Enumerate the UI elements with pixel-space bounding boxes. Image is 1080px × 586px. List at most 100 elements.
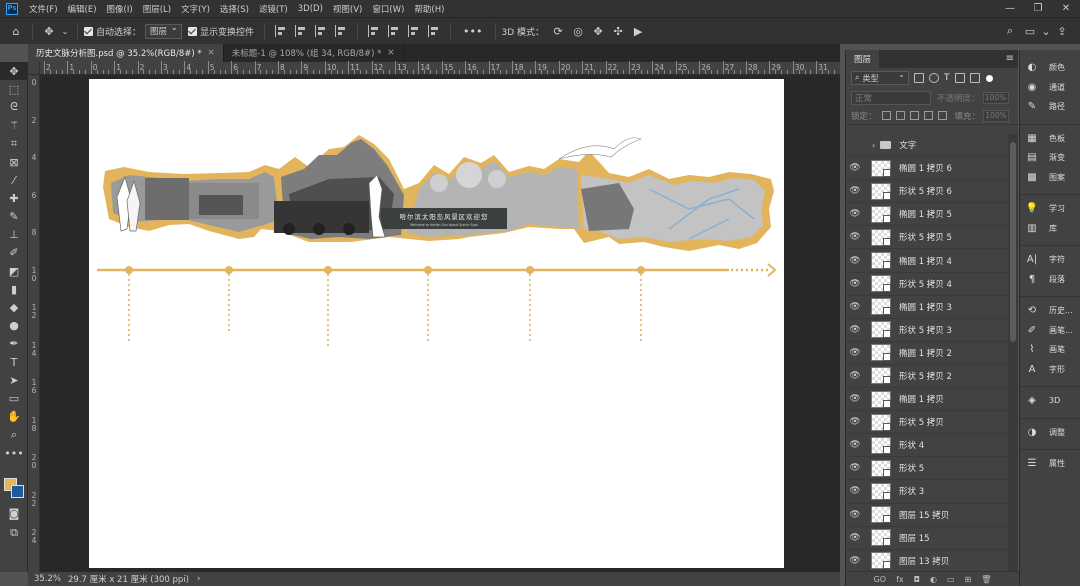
- brush-tool-icon[interactable]: ✎: [0, 208, 28, 226]
- share-icon[interactable]: ⇪: [1054, 23, 1070, 39]
- eye-icon[interactable]: 👁: [846, 279, 864, 289]
- dock-item-gradient[interactable]: ▤ 渐变: [1020, 148, 1080, 168]
- layer-row[interactable]: 👁 图层 15: [846, 527, 1009, 550]
- menu-window[interactable]: 窗口(W): [367, 3, 409, 15]
- pixel-filter-icon[interactable]: [914, 73, 924, 83]
- layer-row[interactable]: 👁 形状 5: [846, 457, 1009, 481]
- scale-3d-icon[interactable]: ▶: [630, 23, 646, 39]
- marquee-tool-icon[interactable]: ⬚: [0, 80, 28, 98]
- layer-row[interactable]: 👁 形状 5 拷贝 4: [846, 273, 1009, 296]
- dock-item-adjustments[interactable]: ◑ 调整: [1020, 423, 1080, 443]
- zoom-level[interactable]: 35.2%: [28, 574, 61, 584]
- layer-row[interactable]: 👁 形状 4: [846, 434, 1009, 458]
- eye-icon[interactable]: 👁: [846, 302, 864, 312]
- crop-tool-icon[interactable]: ⌗: [0, 135, 28, 153]
- tab-layers[interactable]: 图层: [846, 50, 880, 68]
- opacity-field[interactable]: 100%: [982, 91, 1009, 104]
- eye-icon[interactable]: 👁: [846, 348, 864, 358]
- menu-3d[interactable]: 3D(D): [293, 4, 328, 14]
- eye-icon[interactable]: 👁: [846, 533, 864, 543]
- hand-tool-icon[interactable]: ✋: [0, 408, 28, 426]
- align-top-icon[interactable]: [368, 25, 380, 37]
- eye-icon[interactable]: 👁: [846, 417, 864, 427]
- layer-row[interactable]: 👁 形状 5 拷贝 6: [846, 180, 1009, 204]
- new-layer-icon[interactable]: ⊞: [965, 575, 972, 584]
- distribute-vertical-icon[interactable]: [428, 25, 440, 37]
- eye-icon[interactable]: 👁: [846, 510, 864, 520]
- lock-transparent-icon[interactable]: [881, 111, 891, 120]
- menu-layer[interactable]: 图层(L): [138, 3, 176, 15]
- search-icon[interactable]: ⌕: [1002, 23, 1018, 39]
- layer-row[interactable]: 👁 形状 5 拷贝: [846, 411, 1009, 435]
- dock-item-3d[interactable]: ◈ 3D: [1020, 391, 1080, 411]
- shape-filter-icon[interactable]: [954, 73, 965, 83]
- dock-item-learn[interactable]: 💡 学习: [1020, 199, 1080, 219]
- dodge-tool-icon[interactable]: ●: [0, 317, 28, 335]
- layer-row[interactable]: 👁 形状 5 拷贝 5: [846, 226, 1009, 250]
- path-selection-icon[interactable]: ➤: [0, 371, 28, 389]
- align-middle-icon[interactable]: [388, 25, 400, 37]
- ruler-origin[interactable]: [28, 62, 40, 75]
- layer-group-row[interactable]: › 文字: [846, 134, 1009, 158]
- roll-3d-icon[interactable]: ◎: [570, 23, 586, 39]
- menu-help[interactable]: 帮助(H): [409, 3, 449, 15]
- pen-tool-icon[interactable]: ✒: [0, 335, 28, 353]
- chevron-right-icon[interactable]: ›: [197, 574, 200, 584]
- layer-style-icon[interactable]: fx: [896, 575, 904, 584]
- slide-3d-icon[interactable]: ✣: [610, 23, 626, 39]
- canvas-area[interactable]: 哈尔滨太阳岛风景区欢迎您 Welcome to Harbin Sun Islan…: [40, 75, 840, 572]
- scrollbar-thumb[interactable]: [1010, 142, 1016, 342]
- eye-icon[interactable]: 👁: [846, 186, 864, 196]
- move-tool-icon[interactable]: ✥: [0, 62, 28, 81]
- tab-untitled[interactable]: 未标题-1 @ 108% (组 34, RGB/8#) * ✕: [224, 44, 404, 62]
- dock-item-patterns[interactable]: ▩ 图案: [1020, 168, 1080, 188]
- close-icon[interactable]: ✕: [208, 48, 215, 58]
- menu-type[interactable]: 文字(Y): [176, 3, 215, 15]
- layer-row[interactable]: 👁 椭圆 1 拷贝 4: [846, 249, 1009, 273]
- magic-wand-icon[interactable]: ⚚: [0, 117, 28, 135]
- healing-brush-icon[interactable]: ✚: [0, 189, 28, 207]
- eye-icon[interactable]: 👁: [846, 463, 864, 473]
- lock-artboard-icon[interactable]: [923, 111, 933, 120]
- adjustment-layer-icon[interactable]: ◐: [930, 575, 937, 584]
- menu-view[interactable]: 视图(V): [328, 3, 367, 15]
- dock-item-channels[interactable]: ◉ 通道: [1020, 78, 1080, 98]
- dock-item-swatches[interactable]: ▦ 色板: [1020, 129, 1080, 149]
- dock-item-brushes[interactable]: ⌇ 画笔: [1020, 340, 1080, 360]
- blur-tool-icon[interactable]: ◆: [0, 298, 28, 316]
- eye-icon[interactable]: 👁: [846, 486, 864, 496]
- tab-history-analysis[interactable]: 历史文脉分析图.psd @ 35.2%(RGB/8#) * ✕: [28, 44, 224, 62]
- lock-image-icon[interactable]: [895, 111, 905, 120]
- layer-row[interactable]: 👁 椭圆 1 拷贝: [846, 388, 1009, 412]
- eye-icon[interactable]: 👁: [846, 440, 864, 450]
- blend-mode-select[interactable]: 正常: [851, 90, 931, 105]
- add-mask-icon[interactable]: ◘: [914, 575, 920, 584]
- dock-item-properties[interactable]: ☰ 属性: [1020, 454, 1080, 474]
- layer-row[interactable]: 👁 形状 5 拷贝 3: [846, 319, 1009, 342]
- workspace-icon[interactable]: ▭: [1022, 23, 1038, 39]
- layer-row[interactable]: 👁 椭圆 1 拷贝 3: [846, 296, 1009, 319]
- horizontal-ruler[interactable]: 2 1 0 1 2 3 4 5 6 7 8 9 10 11 12 13 14 15 16 17 18 19 20 21 22 23…: [40, 61, 840, 75]
- dock-item-paragraph[interactable]: ¶ 段落: [1020, 270, 1080, 290]
- align-bottom-icon[interactable]: [408, 25, 420, 37]
- menu-filter[interactable]: 滤镜(T): [254, 3, 293, 15]
- show-transform-checkbox[interactable]: [188, 26, 198, 36]
- align-right-icon[interactable]: [315, 25, 327, 37]
- quick-mask-icon[interactable]: ◙: [0, 504, 28, 522]
- layer-row[interactable]: 👁 形状 3: [846, 480, 1009, 504]
- zoom-tool-icon[interactable]: ⌕: [0, 426, 28, 444]
- layer-row[interactable]: 👁 图层 15 拷贝: [846, 504, 1009, 527]
- dock-item-glyphs[interactable]: A 字形: [1020, 360, 1080, 380]
- chevron-down-icon[interactable]: ⌄: [1041, 23, 1050, 39]
- type-filter-icon[interactable]: T: [944, 73, 950, 83]
- move-tool-icon[interactable]: ✥: [41, 23, 57, 39]
- layer-kind-filter[interactable]: ⌕ 类型: [851, 70, 909, 85]
- vertical-ruler[interactable]: 024681012141618202224: [28, 75, 40, 572]
- align-left-icon[interactable]: [275, 25, 287, 37]
- menu-file[interactable]: 文件(F): [24, 3, 63, 15]
- restore-button[interactable]: ❐: [1024, 0, 1052, 17]
- fill-field[interactable]: 100%: [983, 109, 1010, 122]
- eraser-icon[interactable]: ◩: [0, 262, 28, 280]
- gradient-tool-icon[interactable]: ▮: [0, 280, 28, 298]
- adjustment-filter-icon[interactable]: [929, 73, 939, 83]
